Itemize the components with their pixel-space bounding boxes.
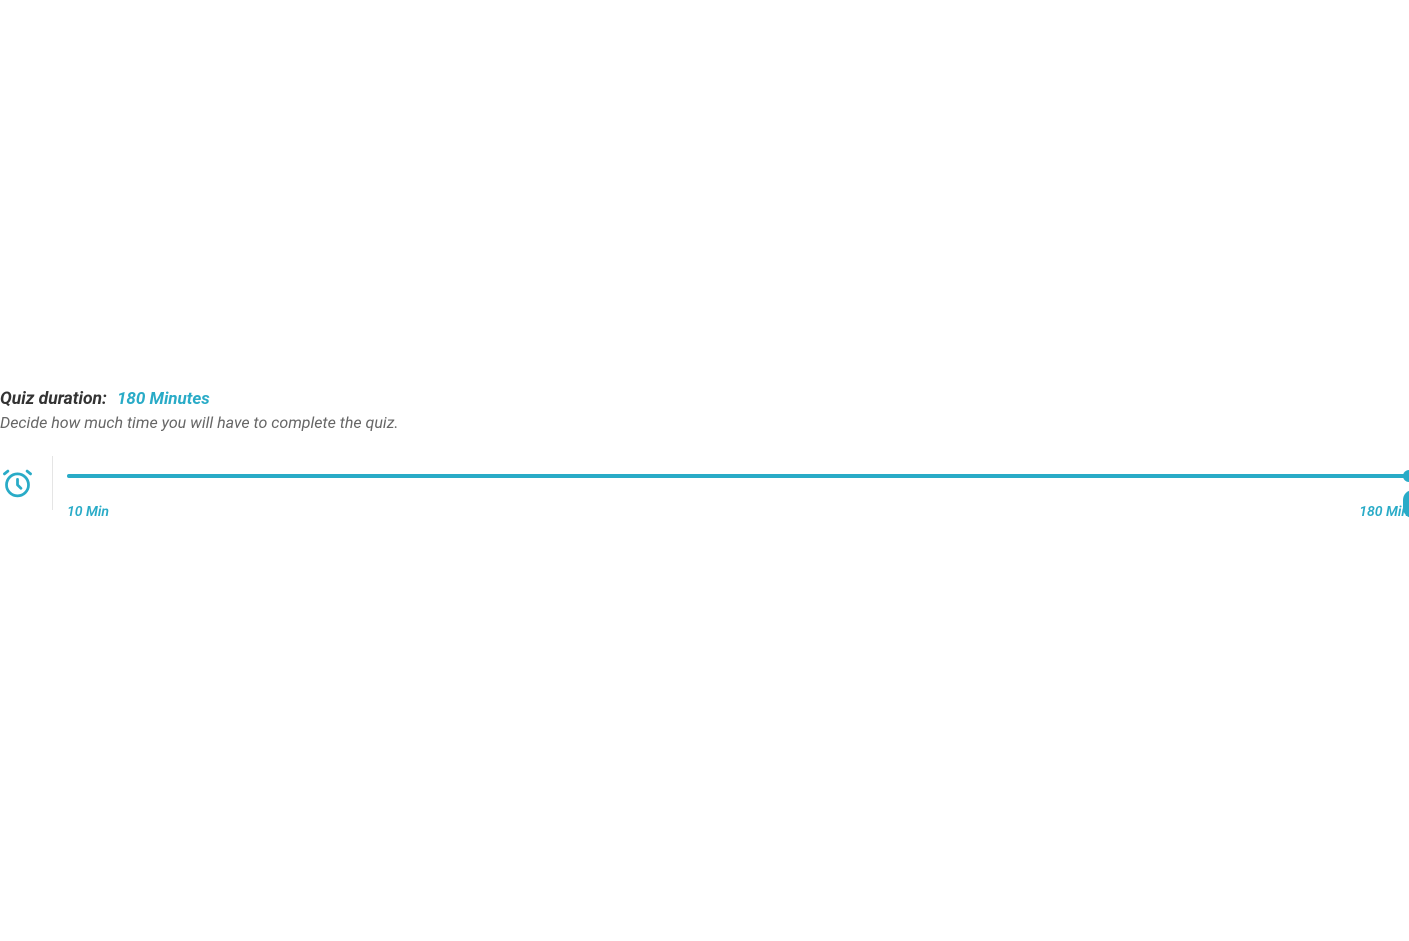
duration-label: Quiz duration:: [0, 389, 107, 409]
slider-max-label: 180 Min: [1359, 504, 1409, 520]
duration-description: Decide how much time you will have to co…: [0, 413, 1409, 432]
vertical-divider: [52, 456, 53, 510]
duration-value: 180 Minutes: [117, 389, 210, 409]
duration-slider-area: 10 Min 180 Min: [67, 466, 1409, 520]
slider-labels: 10 Min 180 Min: [67, 504, 1409, 520]
duration-slider-row: 10 Min 180 Min: [0, 466, 1409, 520]
duration-header: Quiz duration: 180 Minutes: [0, 389, 1409, 409]
clock-icon: [0, 466, 34, 500]
duration-slider-handle[interactable]: [1403, 470, 1409, 482]
quiz-duration-section: Quiz duration: 180 Minutes Decide how mu…: [0, 389, 1409, 520]
duration-slider[interactable]: [67, 474, 1409, 478]
slider-min-label: 10 Min: [67, 504, 109, 520]
